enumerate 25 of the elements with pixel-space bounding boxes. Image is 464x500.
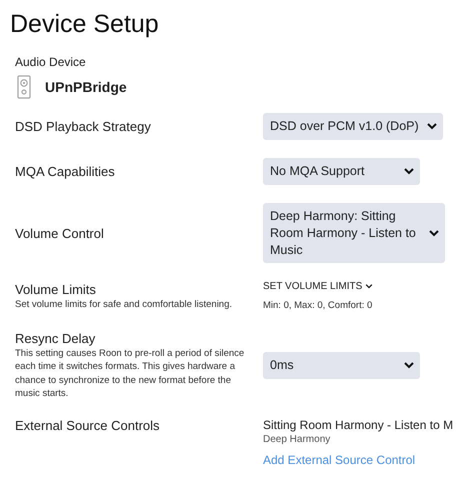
setting-description: Set volume limits for safe and comfortable listening.: [15, 298, 234, 311]
dropdown[interactable]: DSD over PCM v1.0 (DoP): [263, 113, 443, 140]
setting-label: DSD Playback Strategy: [15, 118, 152, 134]
dropdown[interactable]: No MQA Support: [263, 158, 420, 185]
source-control-name: Sitting Room Harmony - Listen to M: [263, 418, 454, 432]
dropdown[interactable]: Deep Harmony: Sitting Room Harmony - Listen to Music: [263, 202, 445, 264]
setting-label: External Source Controls: [15, 418, 161, 433]
chevron-down-icon: [429, 230, 439, 237]
chevron-down-icon: [404, 168, 414, 175]
dropdown[interactable]: 0ms: [263, 352, 420, 380]
setting-label: Volume Limits: [15, 282, 97, 297]
page-title: Device Setup: [10, 10, 160, 39]
chevron-down-icon: [404, 362, 414, 370]
setting-description: This setting causes Roon to pre-roll a period of silence each time it switches formats. This gives hardware a chance to synchronize to the new format before the music starts.: [15, 347, 246, 400]
source-control-owner: Deep Harmony: [263, 434, 332, 445]
device-label: Audio Device: [15, 55, 87, 69]
chevron-down-icon: [365, 284, 374, 290]
chevron-down-icon: [426, 122, 437, 130]
device-name: UPnPBridge: [45, 79, 127, 95]
setting-label: Volume Control: [15, 226, 105, 241]
setting-label: Resync Delay: [15, 331, 96, 346]
setting-label: MQA Capabilities: [15, 164, 116, 179]
volume-limits-summary: Min: 0, Max: 0, Comfort: 0: [263, 300, 374, 312]
set-volume-limits-button[interactable]: SET VOLUME LIMITS: [263, 281, 374, 292]
speaker-icon: [17, 75, 31, 99]
